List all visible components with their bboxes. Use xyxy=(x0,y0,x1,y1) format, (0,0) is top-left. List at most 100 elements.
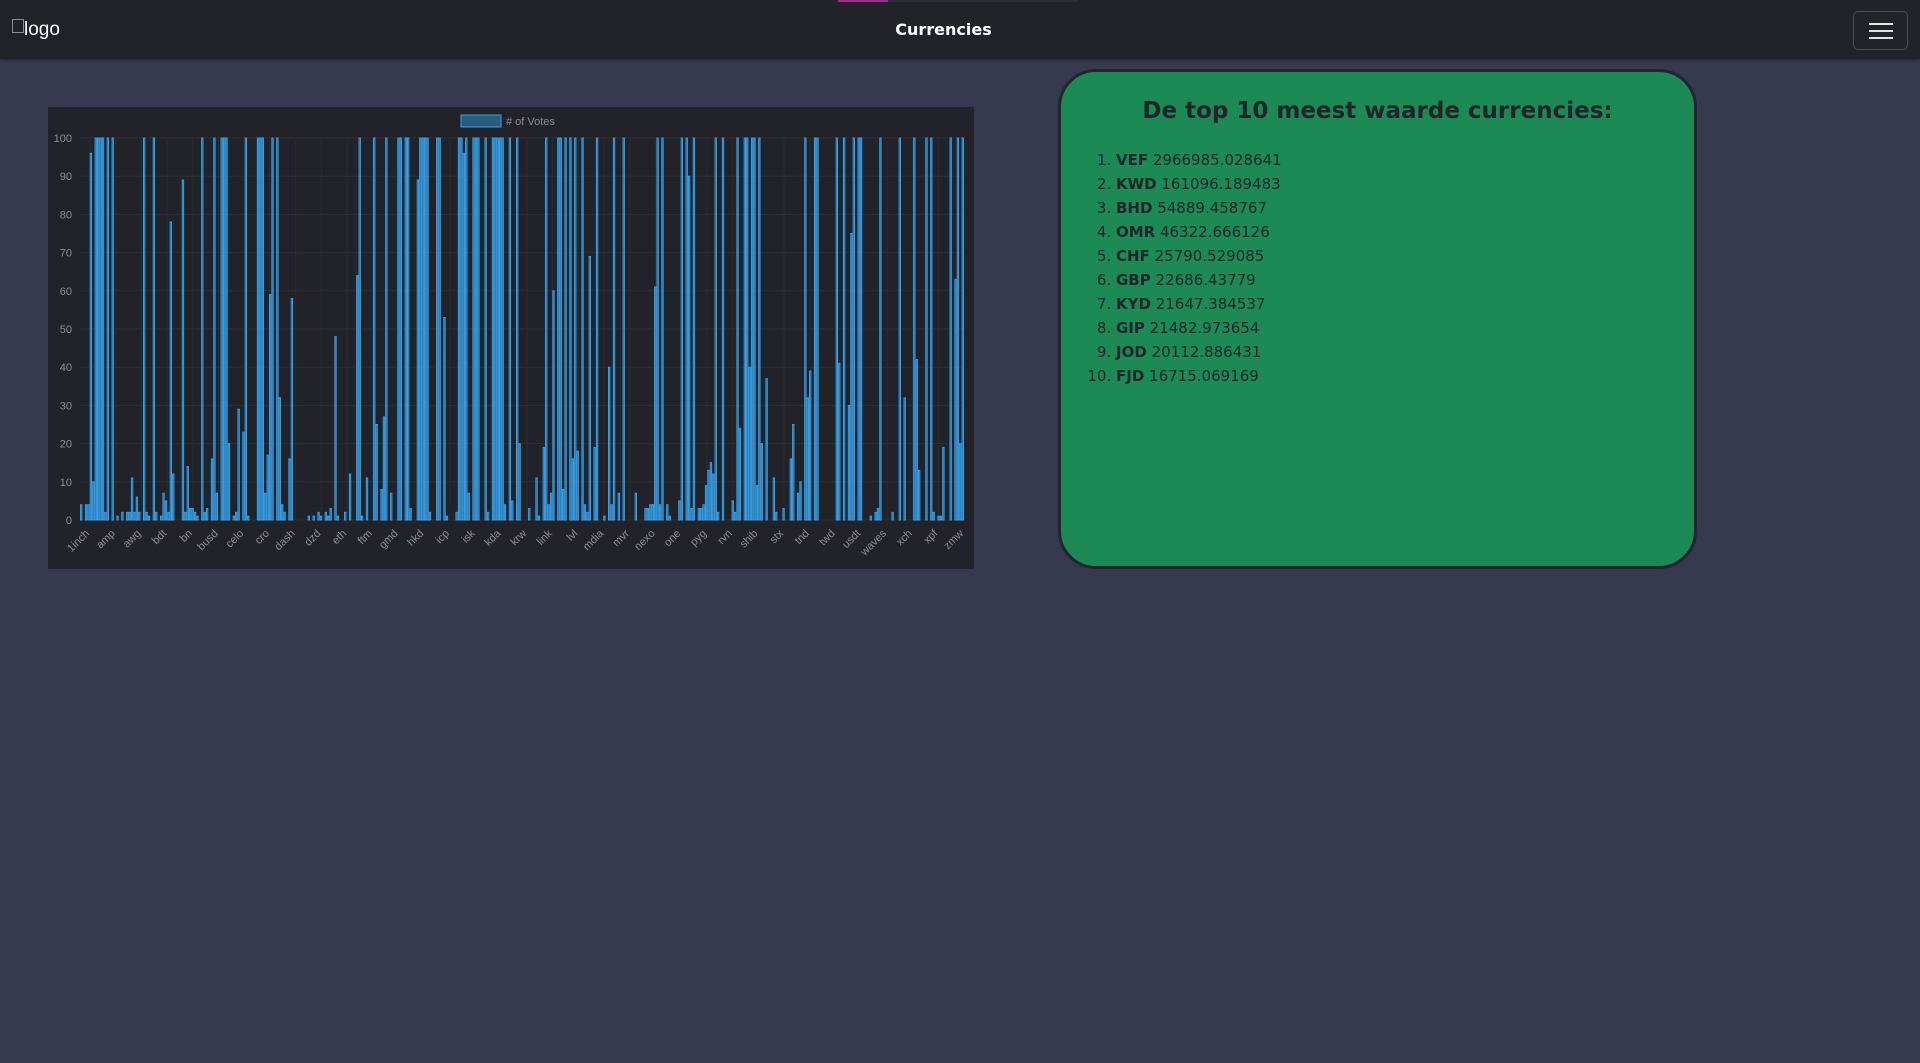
chart-bar xyxy=(918,469,921,521)
chart-bar xyxy=(842,137,846,521)
chart-bar xyxy=(518,443,521,521)
chart-bar xyxy=(576,450,579,521)
chart-bar xyxy=(915,359,918,521)
top10-item: GBP 22686.43779 xyxy=(1116,268,1694,292)
chart-bar xyxy=(869,515,872,521)
chart-bar xyxy=(329,508,332,521)
chart-bar xyxy=(806,397,809,521)
currency-code: JOD xyxy=(1116,343,1147,361)
x-tick-label: rvn xyxy=(715,528,734,547)
chart-bar xyxy=(193,511,197,521)
y-tick-label: 40 xyxy=(60,362,72,374)
chart-bar xyxy=(557,137,560,521)
chart-bar xyxy=(92,481,95,521)
chart-bar xyxy=(235,511,238,521)
chart-bar xyxy=(760,443,763,521)
chart-bar xyxy=(736,137,739,521)
chart-bar xyxy=(268,294,272,521)
y-tick-label: 60 xyxy=(60,286,72,298)
currency-value: 2966985.028641 xyxy=(1148,151,1282,169)
x-tick-label: mvr xyxy=(610,527,632,549)
chart-bar xyxy=(135,496,139,521)
votes-bar-chart: 0 10 20 30 40 50 60 70 80 90 100 1inch amp awg bdt bn bu… xyxy=(48,107,974,569)
chart-bar xyxy=(658,504,662,521)
currency-code: GBP xyxy=(1116,271,1151,289)
chart-bar xyxy=(181,179,185,521)
chart-bar xyxy=(336,515,340,521)
navbar-toggle-button[interactable] xyxy=(1853,11,1908,50)
chart-bar xyxy=(486,511,490,521)
chart-bar xyxy=(717,511,720,521)
chart-bar xyxy=(494,137,497,521)
currency-code: OMR xyxy=(1116,223,1156,241)
chart-bar xyxy=(162,492,165,521)
chart-bar xyxy=(382,416,386,521)
chart-bar xyxy=(491,137,495,521)
chart-bar xyxy=(542,446,545,521)
currency-value: 21647.384537 xyxy=(1150,295,1266,313)
chart-bar xyxy=(465,137,468,521)
x-tick-label: bn xyxy=(178,528,195,545)
x-tick-label: tnd xyxy=(793,528,812,547)
chart-bar xyxy=(87,504,90,521)
y-tick-label: 10 xyxy=(60,477,72,489)
page-title: Currencies xyxy=(895,20,992,39)
x-tick-label: one xyxy=(662,528,683,549)
chart-bar xyxy=(96,137,100,521)
chart-bar xyxy=(421,137,424,521)
chart-bar xyxy=(106,137,110,521)
chart-bar xyxy=(859,137,863,521)
y-tick-label: 80 xyxy=(60,209,72,221)
currency-code: KYD xyxy=(1116,295,1151,313)
chart-bar xyxy=(549,492,553,521)
chart-bar xyxy=(443,317,446,521)
chart-bar xyxy=(457,137,461,521)
top10-item: FJD 16715.069169 xyxy=(1116,364,1694,388)
chart-bar xyxy=(913,137,916,521)
currency-value: 21482.973654 xyxy=(1144,319,1260,337)
chart-bar xyxy=(319,515,323,521)
chart-bar xyxy=(750,137,754,521)
chart-bar xyxy=(753,137,756,521)
chart-bar xyxy=(152,137,156,521)
chart-bar xyxy=(237,408,240,521)
x-tick-label: hkd xyxy=(405,528,426,549)
chart-bar xyxy=(426,137,429,521)
chart-bar xyxy=(290,297,294,521)
chart-bar xyxy=(138,511,141,521)
chart-bar xyxy=(961,137,964,521)
chart-bar xyxy=(373,137,376,521)
chart-bar xyxy=(145,511,148,521)
top-navbar: logo Currencies xyxy=(0,0,1920,59)
chart-bar xyxy=(709,462,713,521)
chart-bar xyxy=(222,137,226,521)
chart-bar xyxy=(939,515,943,521)
x-tick-label: kda xyxy=(482,527,504,549)
chart-bar xyxy=(792,424,795,521)
chart-bar xyxy=(126,511,129,521)
currency-value: 22686.43779 xyxy=(1150,271,1256,289)
chart-bar xyxy=(128,511,131,521)
top10-item: GIP 21482.973654 xyxy=(1116,316,1694,340)
chart-bar xyxy=(133,511,136,521)
chart-bar xyxy=(189,508,192,521)
chart-bar xyxy=(455,511,458,521)
currency-value: 20112.886431 xyxy=(1146,343,1262,361)
chart-bar xyxy=(164,500,168,521)
chart-bar xyxy=(94,137,97,521)
chart-bar xyxy=(654,286,657,521)
chart-bar xyxy=(227,443,231,521)
chart-bar xyxy=(954,278,957,521)
chart-bar xyxy=(266,454,269,521)
chart-bar xyxy=(765,378,768,521)
chart-bar xyxy=(515,137,519,521)
chart-bar xyxy=(511,500,514,521)
chart-bar xyxy=(537,515,541,521)
chart-bar xyxy=(288,458,291,521)
chart-bar xyxy=(317,511,320,521)
chart-bar xyxy=(232,515,235,521)
chart-bar xyxy=(416,179,420,521)
chart-bar xyxy=(898,137,901,521)
chart-bar xyxy=(835,137,839,521)
chart-bar xyxy=(850,233,853,521)
